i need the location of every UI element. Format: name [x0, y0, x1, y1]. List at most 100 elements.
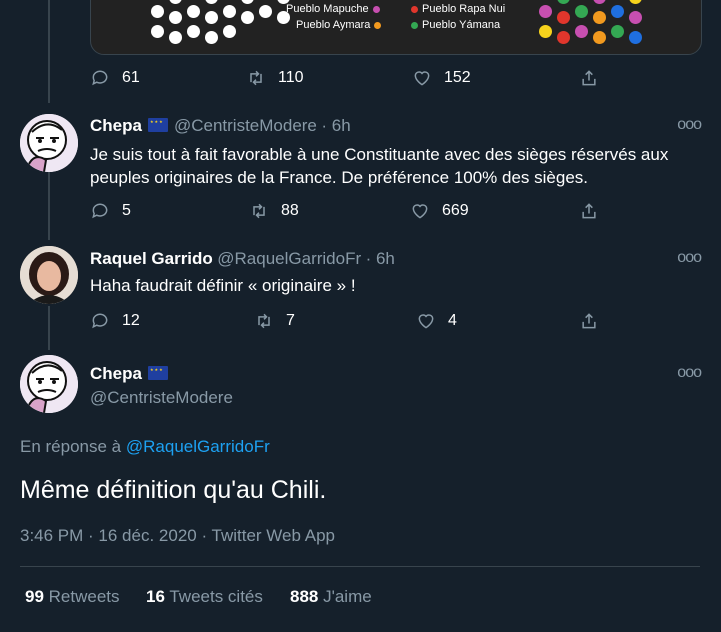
seat-dot	[205, 31, 218, 44]
retweets-stat[interactable]: 99 Retweets	[25, 587, 120, 607]
reply-button[interactable]: 61	[90, 68, 140, 88]
eu-flag-icon	[147, 366, 168, 380]
timestamp[interactable]: · 6h	[321, 116, 350, 135]
tweet-meta[interactable]: 3:46 PM · 16 déc. 2020 · Twitter Web App	[20, 526, 335, 546]
more-options-icon[interactable]: ooo	[677, 116, 702, 134]
share-button[interactable]	[579, 68, 599, 88]
seat-dot	[187, 5, 200, 18]
tweet-header: Chepa	[90, 364, 174, 384]
seat-dot	[593, 11, 606, 24]
like-button[interactable]: 4	[416, 311, 457, 331]
reply-button[interactable]: 12	[90, 311, 140, 331]
seat-dot	[169, 0, 182, 4]
legend-dot-icon	[372, 5, 380, 13]
seat-dot	[575, 25, 588, 38]
display-name[interactable]: Chepa	[90, 116, 142, 135]
tweet-text: Je suis tout à fait favorable à une Cons…	[90, 145, 669, 187]
reply-icon	[92, 203, 108, 219]
seat-dot	[277, 11, 290, 24]
thread-line	[48, 0, 50, 103]
seat-dot	[241, 0, 254, 4]
seat-dot	[169, 11, 182, 24]
seat-dot	[611, 25, 624, 38]
like-button[interactable]: 152	[412, 68, 471, 88]
avatar[interactable]	[20, 114, 78, 172]
retweet-icon	[250, 70, 262, 86]
likes-label: J'aime	[323, 587, 372, 606]
reply-button[interactable]: 5	[90, 201, 131, 221]
heart-icon	[418, 314, 434, 329]
reply-count: 61	[122, 69, 140, 86]
seat-dot	[151, 25, 164, 38]
retweet-icon	[253, 203, 265, 219]
share-icon	[582, 313, 596, 329]
seat-dot	[187, 25, 200, 38]
retweet-count: 7	[286, 312, 295, 329]
retweet-icon	[258, 313, 270, 329]
avatar-cartoon-icon	[20, 114, 78, 172]
seat-dot	[259, 5, 272, 18]
likes-count: 888	[290, 587, 319, 606]
legend-dot-icon	[411, 5, 418, 13]
seat-dot	[539, 25, 552, 38]
seat-dot	[151, 5, 164, 18]
display-name[interactable]: Chepa	[90, 364, 142, 383]
like-count: 669	[442, 202, 469, 219]
reply-prefix: En réponse à	[20, 437, 122, 456]
legend-item: Pueblo Mapuche	[286, 3, 380, 15]
tweet-header: Chepa @CentristeModere · 6h	[90, 116, 351, 136]
seat-dot	[169, 31, 182, 44]
like-count: 152	[444, 69, 471, 86]
tweet-header: Raquel Garrido @RaquelGarridoFr · 6h	[90, 249, 395, 269]
retweet-button[interactable]: 7	[254, 311, 295, 331]
more-options-icon[interactable]: ooo	[677, 249, 702, 267]
reply-icon	[92, 313, 108, 329]
username[interactable]: @CentristeModere	[174, 116, 317, 135]
legend-dot-icon	[411, 21, 418, 29]
seat-dot	[593, 31, 606, 44]
timestamp[interactable]: · 6h	[366, 249, 395, 268]
seat-dot	[629, 0, 642, 4]
display-name[interactable]: Raquel Garrido	[90, 249, 213, 268]
reply-count: 5	[122, 202, 131, 219]
avatar-photo-icon	[20, 246, 78, 304]
quotes-label: Tweets cités	[169, 587, 263, 606]
seat-dot	[223, 25, 236, 38]
seat-dot	[557, 0, 570, 4]
reply-icon	[92, 70, 108, 86]
quotes-count: 16	[146, 587, 165, 606]
like-button[interactable]: 669	[410, 201, 469, 221]
reply-context: En réponse à @RaquelGarridoFr	[20, 437, 270, 457]
retweet-button[interactable]: 110	[246, 68, 304, 88]
likes-stat[interactable]: 888 J'aime	[290, 587, 372, 607]
avatar[interactable]	[20, 246, 78, 304]
quotes-stat[interactable]: 16 Tweets cités	[146, 587, 263, 607]
thread-line	[48, 170, 50, 240]
seat-dot	[205, 0, 218, 4]
reply-to-link[interactable]: @RaquelGarridoFr	[126, 437, 270, 456]
like-count: 4	[448, 312, 457, 329]
retweets-count: 99	[25, 587, 44, 606]
username[interactable]: @CentristeModere	[90, 388, 233, 408]
eu-flag-icon	[147, 118, 168, 132]
avatar-cartoon-icon	[20, 355, 78, 413]
retweet-count: 110	[278, 69, 304, 86]
share-button[interactable]	[579, 201, 599, 221]
heart-icon	[412, 204, 428, 219]
legend-item: Pueblo Yámana	[411, 19, 500, 31]
retweet-button[interactable]: 88	[249, 201, 299, 221]
heart-icon	[414, 71, 430, 86]
username[interactable]: @RaquelGarridoFr	[217, 249, 361, 268]
share-icon	[582, 70, 596, 86]
seat-dot	[629, 31, 642, 44]
reply-count: 12	[122, 312, 140, 329]
seat-dot	[593, 0, 606, 4]
avatar[interactable]	[20, 355, 78, 413]
tweet-media-image[interactable]: Pueblo Mapuche Pueblo Aymara Pueblo Rapa…	[90, 0, 702, 55]
seat-dot	[205, 11, 218, 24]
share-button[interactable]	[579, 311, 599, 331]
seat-dot	[223, 5, 236, 18]
more-options-icon[interactable]: ooo	[677, 364, 702, 382]
divider	[20, 566, 700, 567]
seat-dot	[575, 5, 588, 18]
